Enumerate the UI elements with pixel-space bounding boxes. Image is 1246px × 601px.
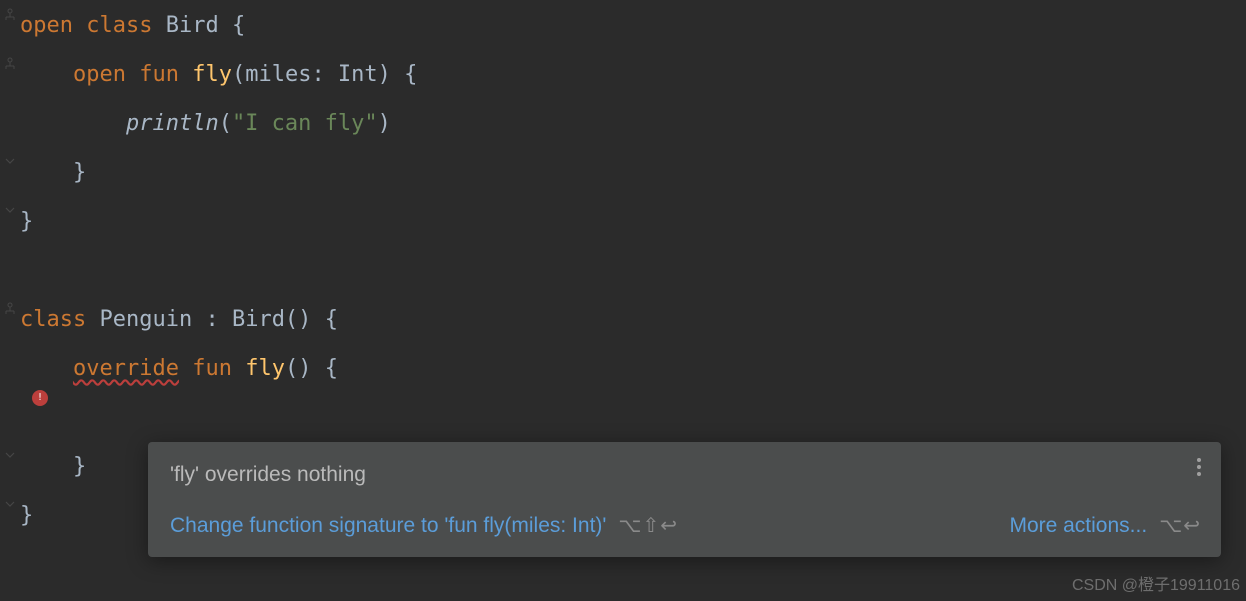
code-line[interactable]: class Penguin : Bird() { [0, 302, 1246, 351]
gutter-marker[interactable] [0, 57, 20, 71]
error-bulb-icon[interactable]: ! [32, 390, 52, 410]
code-content[interactable]: } [20, 449, 86, 484]
function-name: fly [245, 356, 285, 381]
hierarchy-icon [3, 302, 17, 316]
keyword-class: class [20, 307, 86, 332]
more-actions-link[interactable]: More actions... [1009, 509, 1147, 543]
tooltip-actions: Change function signature to 'fun fly(mi… [170, 509, 1201, 543]
fix-shortcut: ⌥⇧↩ [618, 510, 678, 542]
brace: } [20, 503, 33, 528]
tooltip-title: 'fly' overrides nothing [170, 458, 1201, 492]
code-line[interactable]: override fun fly() { [0, 351, 1246, 400]
keyword-override-error: override [73, 356, 179, 381]
collapse-icon [4, 155, 16, 167]
gutter-marker[interactable] [0, 155, 20, 167]
keyword-fun: fun [192, 356, 232, 381]
code-line[interactable]: open fun fly(miles: Int) { [0, 57, 1246, 106]
code-content[interactable]: } [20, 155, 86, 190]
colon: : [205, 307, 218, 332]
function-call: println [126, 111, 219, 136]
code-line[interactable]: } [0, 155, 1246, 204]
gutter-marker[interactable] [0, 449, 20, 461]
brace: } [73, 160, 86, 185]
paren: ( [219, 111, 232, 136]
error-tooltip: 'fly' overrides nothing Change function … [148, 442, 1221, 557]
brace: } [73, 454, 86, 479]
class-name: Bird [166, 13, 219, 38]
base-class: Bird() [232, 307, 311, 332]
string-literal: "I can fly" [232, 111, 378, 136]
hierarchy-icon [3, 57, 17, 71]
more-shortcut: ⌥↩ [1159, 510, 1201, 542]
collapse-icon [4, 449, 16, 461]
gutter-marker[interactable] [0, 204, 20, 216]
code-content[interactable]: override fun fly() { [20, 351, 338, 386]
more-options-icon[interactable] [1193, 454, 1205, 480]
brace: { [404, 62, 417, 87]
collapse-icon [4, 498, 16, 510]
collapse-icon [4, 204, 16, 216]
code-line[interactable]: println("I can fly") [0, 106, 1246, 155]
keyword-open: open [73, 62, 126, 87]
keyword-fun: fun [139, 62, 179, 87]
gutter-marker[interactable] [0, 498, 20, 510]
class-name: Penguin [99, 307, 192, 332]
code-line[interactable]: } [0, 204, 1246, 253]
code-content[interactable]: class Penguin : Bird() { [20, 302, 338, 337]
hierarchy-icon [3, 8, 17, 22]
brace: { [325, 356, 338, 381]
code-content[interactable]: } [20, 204, 33, 239]
keyword-class: class [86, 13, 152, 38]
params: (miles: Int) [232, 62, 391, 87]
code-content[interactable]: } [20, 498, 33, 533]
gutter-marker[interactable] [0, 302, 20, 316]
paren: ) [378, 111, 391, 136]
params: () [285, 356, 312, 381]
brace: } [20, 209, 33, 234]
keyword-open: open [20, 13, 73, 38]
code-content[interactable]: println("I can fly") [20, 106, 391, 141]
watermark: CSDN @橙子19911016 [1072, 573, 1240, 599]
brace: { [232, 13, 245, 38]
code-line[interactable] [0, 253, 1246, 302]
gutter-marker[interactable] [0, 8, 20, 22]
code-content[interactable]: open fun fly(miles: Int) { [20, 57, 417, 92]
code-line[interactable]: open class Bird { [0, 8, 1246, 57]
function-name: fly [192, 62, 232, 87]
fix-signature-link[interactable]: Change function signature to 'fun fly(mi… [170, 509, 606, 543]
brace: { [325, 307, 338, 332]
code-content[interactable]: open class Bird { [20, 8, 245, 43]
